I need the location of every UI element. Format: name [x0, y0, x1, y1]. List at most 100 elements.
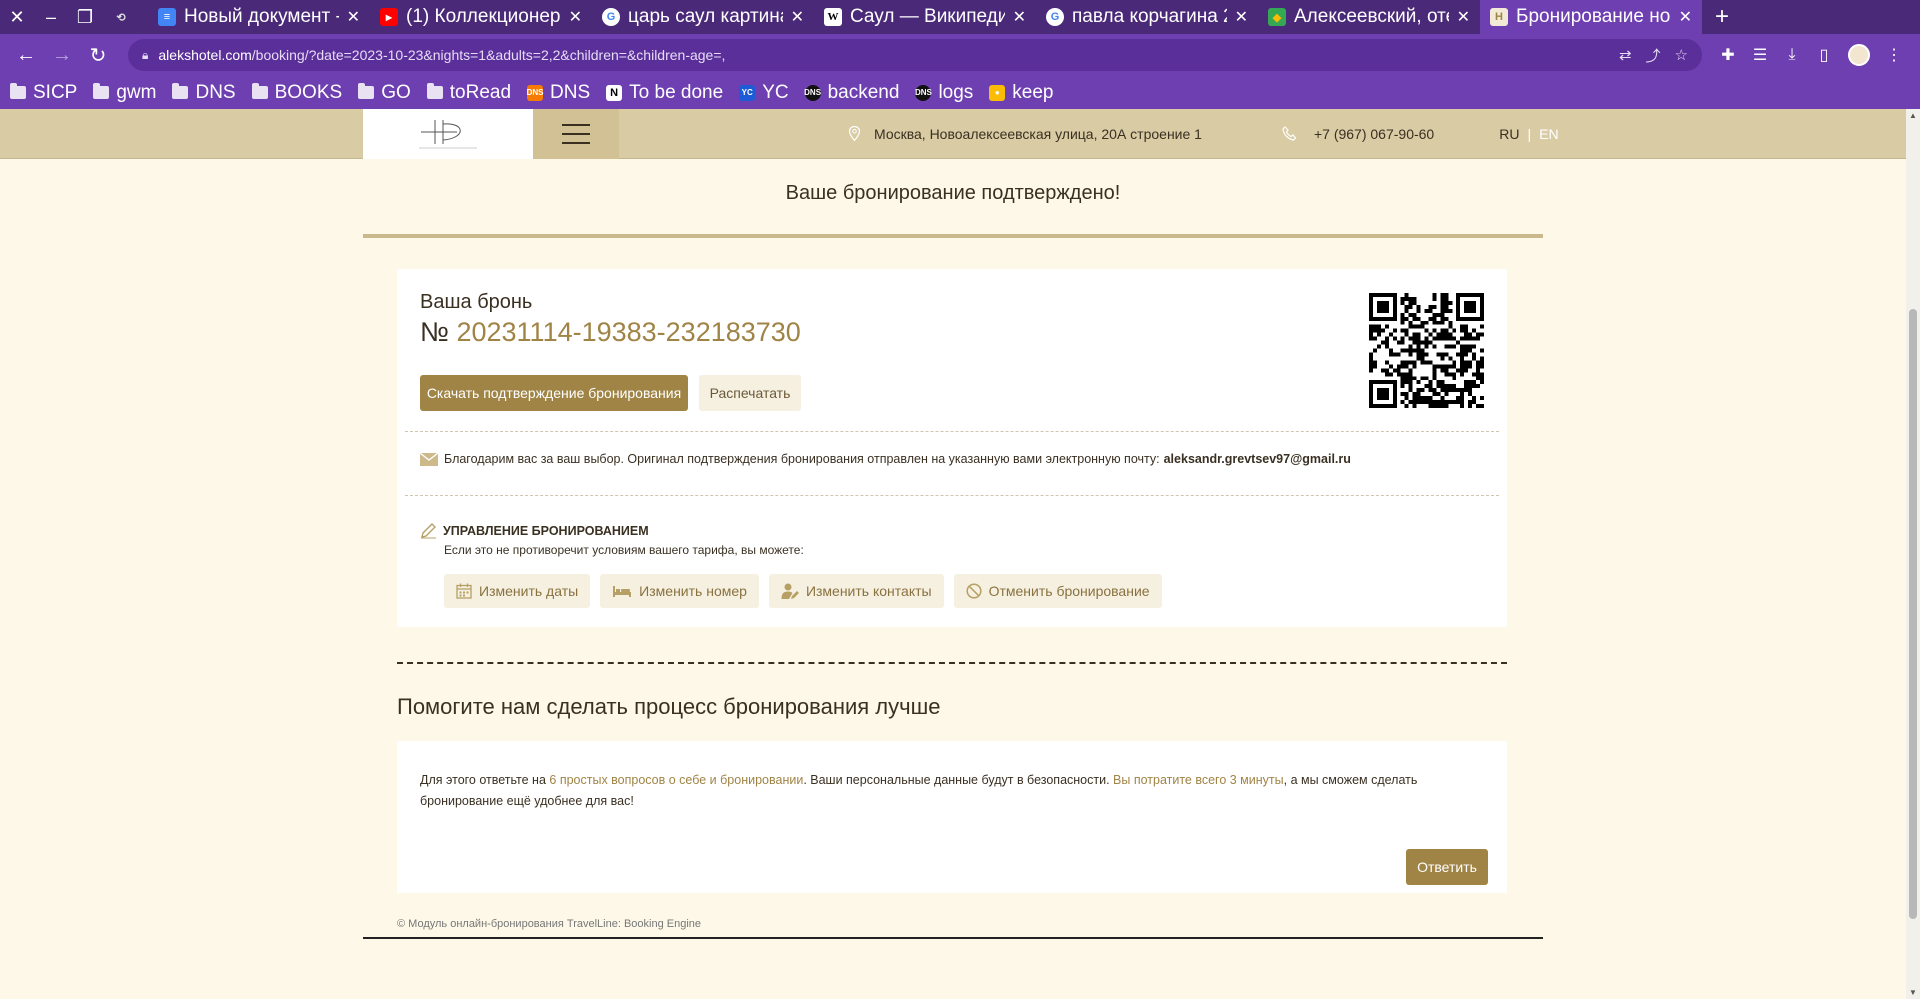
confirmation-heading: Ваше бронирование подтверждено! [785, 182, 1121, 204]
email-notice-text: Благодарим вас за ваш выбор. Оригинал по… [444, 452, 1160, 466]
bookmark-toread[interactable]: toRead [426, 82, 511, 104]
forward-icon[interactable]: → [46, 39, 78, 71]
header-phone[interactable]: +7 (967) 067-90-60 [1282, 126, 1434, 142]
extensions-icon[interactable]: ✚ [1712, 45, 1744, 65]
bookmark-to-be-done[interactable]: N To be done [606, 82, 723, 104]
tab-google-korchagina[interactable]: G павла корчагина 2а - Google Поиск ✕ [1036, 0, 1258, 34]
management-subtitle: Если это не противоречит условиям вашего… [444, 543, 804, 557]
new-tab-icon[interactable]: + [1702, 3, 1742, 31]
bookmark-books[interactable]: BOOKS [251, 82, 342, 104]
tab-close-icon[interactable]: ✕ [1013, 7, 1026, 27]
hotel-icon: H [1490, 8, 1508, 26]
google-icon: G [602, 8, 620, 26]
bookmark-gwm[interactable]: gwm [93, 82, 156, 104]
yc-icon: YC [739, 84, 756, 101]
folder-icon [93, 83, 110, 99]
address-bar: ← → ↻ 🔒︎ alekshotel.com/booking/?date=20… [0, 34, 1920, 76]
menu-icon[interactable]: ⋮ [1878, 45, 1910, 65]
hotel-logo[interactable] [363, 109, 533, 159]
bookmark-sicp[interactable]: SICP [10, 82, 77, 104]
menu-burger-button[interactable] [533, 109, 619, 159]
window-minimize-icon[interactable]: – [34, 0, 68, 34]
bookmark-dns[interactable]: DNS DNS [527, 82, 591, 104]
tab-google-saul[interactable]: G царь саул картина - Google Поиск ✕ [592, 0, 814, 34]
header-address[interactable]: Москва, Новоалексеевская улица, 20А стро… [849, 126, 1202, 142]
tab-close-icon[interactable]: ✕ [791, 7, 804, 27]
download-icon[interactable]: ⤓ [1776, 46, 1808, 64]
tab-title: Алексеевский, отель [1294, 6, 1449, 27]
bookmark-label: backend [827, 81, 900, 103]
dns-dark-icon: DNS [915, 84, 932, 101]
lang-separator: | [1527, 125, 1532, 142]
your-booking-label: Ваша бронь [420, 291, 533, 313]
scroll-down-icon[interactable]: ▼ [1909, 988, 1917, 997]
lang-ru-link[interactable]: RU [1499, 126, 1519, 142]
window-close-icon[interactable]: ✕ [0, 0, 34, 34]
bookmark-dns-folder[interactable]: DNS [172, 81, 236, 104]
tab-close-icon[interactable]: ✕ [1235, 7, 1248, 27]
survey-text: Для этого ответьте на 6 простых вопросов… [420, 770, 1485, 812]
email-address: aleksandr.grevtsev97@gmail.ru [1163, 452, 1351, 466]
tab-title: (1) Коллекционер пуговиц [406, 6, 561, 27]
number-prefix: № [420, 317, 449, 347]
tab-title: Новый документ - Google Документы [184, 6, 339, 27]
web-page: Москва, Новоалексеевская улица, 20А стро… [0, 109, 1920, 999]
change-dates-button[interactable]: Изменить даты [444, 574, 591, 608]
download-confirmation-button[interactable]: Скачать подтверждение бронирования [420, 375, 688, 411]
answer-survey-button[interactable]: Ответить [1406, 849, 1488, 885]
tab-youtube[interactable]: ▶ (1) Коллекционер пуговиц ✕ [370, 0, 592, 34]
survey-text-part: . Ваши персональные данные будут в безоп… [803, 773, 1114, 787]
tab-maps[interactable]: ◆ Алексеевский, отель ✕ [1258, 0, 1480, 34]
survey-time-highlight: Вы потратите всего 3 минуты [1113, 773, 1284, 787]
bookmark-yc[interactable]: YC YC [739, 81, 789, 104]
change-contacts-button[interactable]: Изменить контакты [768, 574, 944, 608]
address-text: Москва, Новоалексеевская улица, 20А стро… [874, 125, 1202, 142]
bookmark-go[interactable]: GO [358, 82, 411, 104]
dns-dark-icon: DNS [804, 84, 821, 101]
translate-icon[interactable]: ⇄ [1619, 46, 1632, 64]
tab-close-icon[interactable]: ✕ [347, 7, 360, 27]
youtube-icon: ▶ [380, 8, 398, 26]
window-restore-icon[interactable]: ❐ [68, 0, 102, 34]
page-scrollbar[interactable]: ▲ ▼ [1906, 109, 1920, 999]
bookmark-label: DNS [195, 81, 236, 103]
bookmark-label: logs [938, 81, 974, 103]
lang-en-link[interactable]: EN [1539, 126, 1558, 142]
tab-close-icon[interactable]: ✕ [1679, 7, 1692, 27]
bookmark-backend[interactable]: DNS backend [804, 81, 900, 104]
tab-wikipedia[interactable]: W Саул — Википедия ✕ [814, 0, 1036, 34]
footer-divider [363, 937, 1543, 939]
scroll-up-icon[interactable]: ▲ [1909, 111, 1917, 120]
bookmark-keep[interactable]: ● keep [989, 82, 1054, 104]
reload-icon[interactable]: ↻ [82, 39, 114, 71]
folder-icon [358, 83, 375, 99]
booking-card: Ваша бронь № 20231114-19383-232183730 Ск… [397, 269, 1507, 627]
heading-divider [363, 234, 1543, 238]
back-icon[interactable]: ← [10, 39, 42, 71]
avatar[interactable] [1848, 44, 1870, 66]
tab-gdocs[interactable]: ≡ Новый документ - Google Документы ✕ [148, 0, 370, 34]
qr-code [1369, 293, 1484, 408]
gdocs-icon: ≡ [158, 8, 176, 26]
cancel-booking-button[interactable]: Отменить бронирование [953, 574, 1162, 608]
bookmark-label: To be done [629, 81, 724, 103]
bookmark-label: YC [762, 81, 789, 103]
phone-icon [1282, 126, 1296, 141]
tab-history[interactable]: ⟲ [102, 0, 148, 34]
side-panel-icon[interactable]: ▯ [1808, 45, 1840, 65]
button-label: Отменить бронирование [988, 583, 1150, 599]
share-icon[interactable]: ⤴ [1646, 45, 1661, 66]
scrollbar-thumb[interactable] [1909, 309, 1917, 919]
star-icon[interactable]: ☆ [1675, 46, 1688, 64]
tab-close-icon[interactable]: ✕ [569, 7, 582, 27]
management-title: УПРАВЛЕНИЕ БРОНИРОВАНИЕМ [420, 522, 649, 539]
survey-title: Помогите нам сделать процесс бронировани… [397, 694, 941, 719]
wikipedia-icon: W [824, 8, 842, 26]
tab-booking[interactable]: H Бронирование номеров ✕ [1480, 0, 1702, 34]
tab-close-icon[interactable]: ✕ [1457, 7, 1470, 27]
bookmark-logs[interactable]: DNS logs [915, 82, 973, 104]
print-button[interactable]: Распечатать [699, 375, 801, 411]
change-room-button[interactable]: Изменить номер [600, 574, 759, 608]
url-input[interactable]: 🔒︎ alekshotel.com/booking/?date=2023-10-… [128, 39, 1702, 71]
reading-list-icon[interactable]: ☰ [1744, 45, 1776, 65]
